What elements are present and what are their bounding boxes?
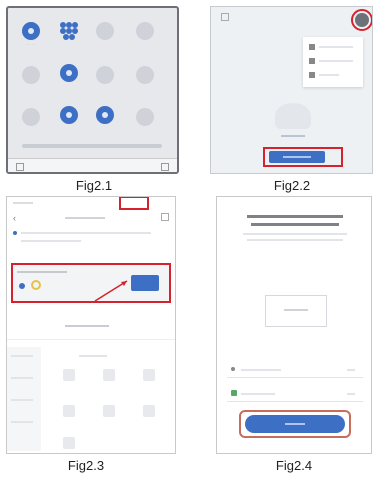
device-type-item[interactable] [63, 405, 75, 417]
menu-item-other[interactable] [309, 71, 357, 79]
highlight-next-button [239, 410, 351, 438]
scan-icon[interactable] [161, 213, 169, 221]
quick-toggle[interactable] [96, 66, 114, 84]
highlight-status-area [119, 197, 149, 210]
quick-toggle[interactable] [22, 108, 40, 126]
caption-fig2-2: Fig2.2 [273, 178, 311, 193]
quick-toggle[interactable] [96, 22, 114, 40]
quick-toggle[interactable] [96, 106, 114, 124]
quick-toggle[interactable] [60, 64, 78, 82]
lock-icon [231, 390, 237, 396]
quick-toggle[interactable] [22, 66, 40, 84]
quick-toggle-wifi[interactable] [22, 22, 40, 40]
quick-toggle[interactable] [136, 22, 154, 40]
back-icon[interactable]: ‹ [13, 213, 16, 223]
fig2-4-wifi-setup [216, 196, 372, 454]
highlight-add-device [263, 147, 343, 167]
settings-icon[interactable] [161, 163, 169, 171]
fig2-3-add-device: ‹ [6, 196, 176, 454]
highlight-discovering [11, 263, 171, 303]
highlight-plus [351, 9, 372, 31]
wifi-icon [231, 367, 235, 371]
wifi-password-field[interactable] [227, 387, 363, 402]
device-type-item[interactable] [103, 369, 115, 381]
device-type-item[interactable] [63, 437, 75, 449]
device-type-item[interactable] [143, 405, 155, 417]
caption-fig2-1: Fig2.1 [75, 178, 113, 193]
quick-toggle[interactable] [60, 106, 78, 124]
empty-state-image [275, 103, 311, 129]
menu-item-add-device[interactable] [309, 43, 357, 51]
menu-item-scan[interactable] [309, 57, 357, 65]
add-menu [303, 37, 363, 87]
bottom-bar [8, 158, 177, 172]
fig2-2-home-screen [210, 6, 373, 174]
quick-toggle[interactable] [136, 66, 154, 84]
quick-toggle[interactable] [136, 108, 154, 126]
device-type-item[interactable] [143, 369, 155, 381]
caption-fig2-4: Fig2.4 [275, 458, 313, 473]
fig2-1-quick-panel: · · · · [6, 6, 179, 174]
menu-icon[interactable] [221, 13, 229, 21]
category-list [7, 347, 41, 451]
wifi-name-field[interactable] [227, 363, 363, 378]
caption-fig2-3: Fig2.3 [67, 458, 105, 473]
edit-icon[interactable] [16, 163, 24, 171]
brightness-slider[interactable] [22, 144, 162, 148]
router-image [265, 295, 327, 327]
wifi-icon [58, 20, 80, 42]
device-type-item[interactable] [103, 405, 115, 417]
device-type-item[interactable] [63, 369, 75, 381]
